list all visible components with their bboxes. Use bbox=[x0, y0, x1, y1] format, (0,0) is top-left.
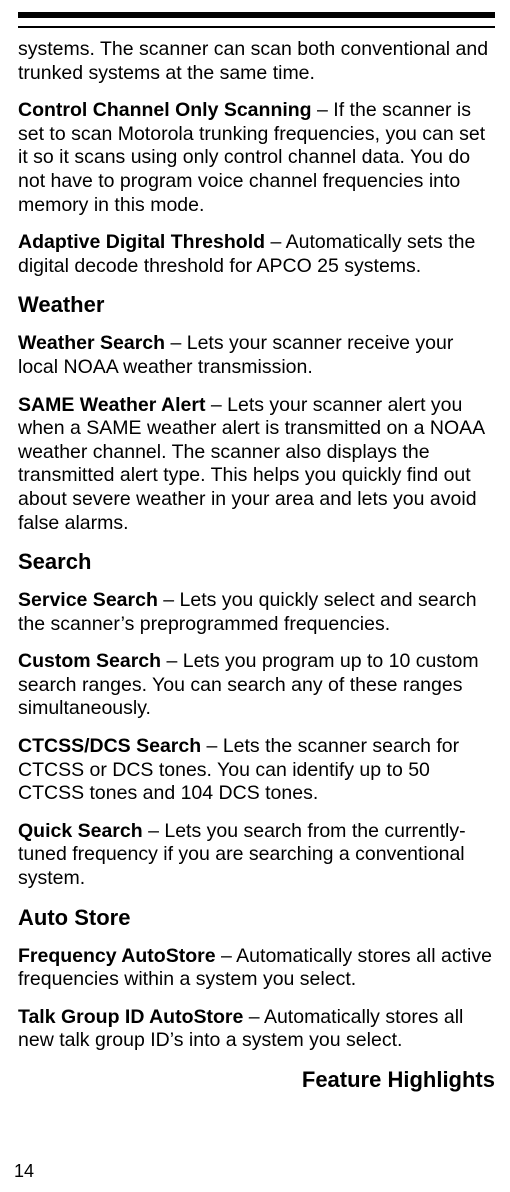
page-container: systems. The scanner can scan both conve… bbox=[0, 12, 510, 1093]
section-heading-weather: Weather bbox=[18, 292, 495, 318]
feature-term: Weather Search bbox=[18, 332, 165, 354]
feature-term: Custom Search bbox=[18, 650, 161, 672]
section-heading-auto-store: Auto Store bbox=[18, 905, 495, 931]
feature-term: Service Search bbox=[18, 589, 158, 611]
feature-term: Adaptive Digital Threshold bbox=[18, 231, 265, 253]
feature-term: Control Channel Only Scanning bbox=[18, 99, 312, 121]
feature-sep: – bbox=[201, 735, 223, 757]
feature-sep: – bbox=[312, 99, 334, 121]
feature-quick-search: Quick Search – Lets you search from the … bbox=[18, 820, 495, 891]
top-rule-thick bbox=[18, 12, 495, 18]
footer-section-title: Feature Highlights bbox=[18, 1067, 495, 1093]
feature-control-channel: Control Channel Only Scanning – If the s… bbox=[18, 99, 495, 217]
intro-continuation: systems. The scanner can scan both conve… bbox=[18, 38, 495, 85]
feature-term: Quick Search bbox=[18, 820, 143, 842]
feature-talkgroup-autostore: Talk Group ID AutoStore – Automatically … bbox=[18, 1006, 495, 1053]
top-rule-thin bbox=[18, 26, 495, 28]
feature-service-search: Service Search – Lets you quickly select… bbox=[18, 589, 495, 636]
feature-sep: – bbox=[165, 332, 187, 354]
feature-term: Talk Group ID AutoStore bbox=[18, 1006, 243, 1028]
page-number: 14 bbox=[14, 1161, 34, 1182]
feature-weather-search: Weather Search – Lets your scanner recei… bbox=[18, 332, 495, 379]
feature-sep: – bbox=[205, 394, 227, 416]
feature-term: Frequency AutoStore bbox=[18, 945, 216, 967]
feature-sep: – bbox=[243, 1006, 264, 1028]
feature-sep: – bbox=[216, 945, 237, 967]
feature-adaptive-threshold: Adaptive Digital Threshold – Automatical… bbox=[18, 231, 495, 278]
feature-ctcss-dcs-search: CTCSS/DCS Search – Lets the scanner sear… bbox=[18, 735, 495, 806]
feature-term: SAME Weather Alert bbox=[18, 394, 205, 416]
feature-sep: – bbox=[158, 589, 180, 611]
feature-term: CTCSS/DCS Search bbox=[18, 735, 201, 757]
feature-sep: – bbox=[161, 650, 183, 672]
feature-frequency-autostore: Frequency AutoStore – Automatically stor… bbox=[18, 945, 495, 992]
feature-custom-search: Custom Search – Lets you program up to 1… bbox=[18, 650, 495, 721]
section-heading-search: Search bbox=[18, 549, 495, 575]
feature-sep: – bbox=[265, 231, 286, 253]
feature-sep: – bbox=[143, 820, 165, 842]
feature-same-weather-alert: SAME Weather Alert – Lets your scanner a… bbox=[18, 394, 495, 536]
